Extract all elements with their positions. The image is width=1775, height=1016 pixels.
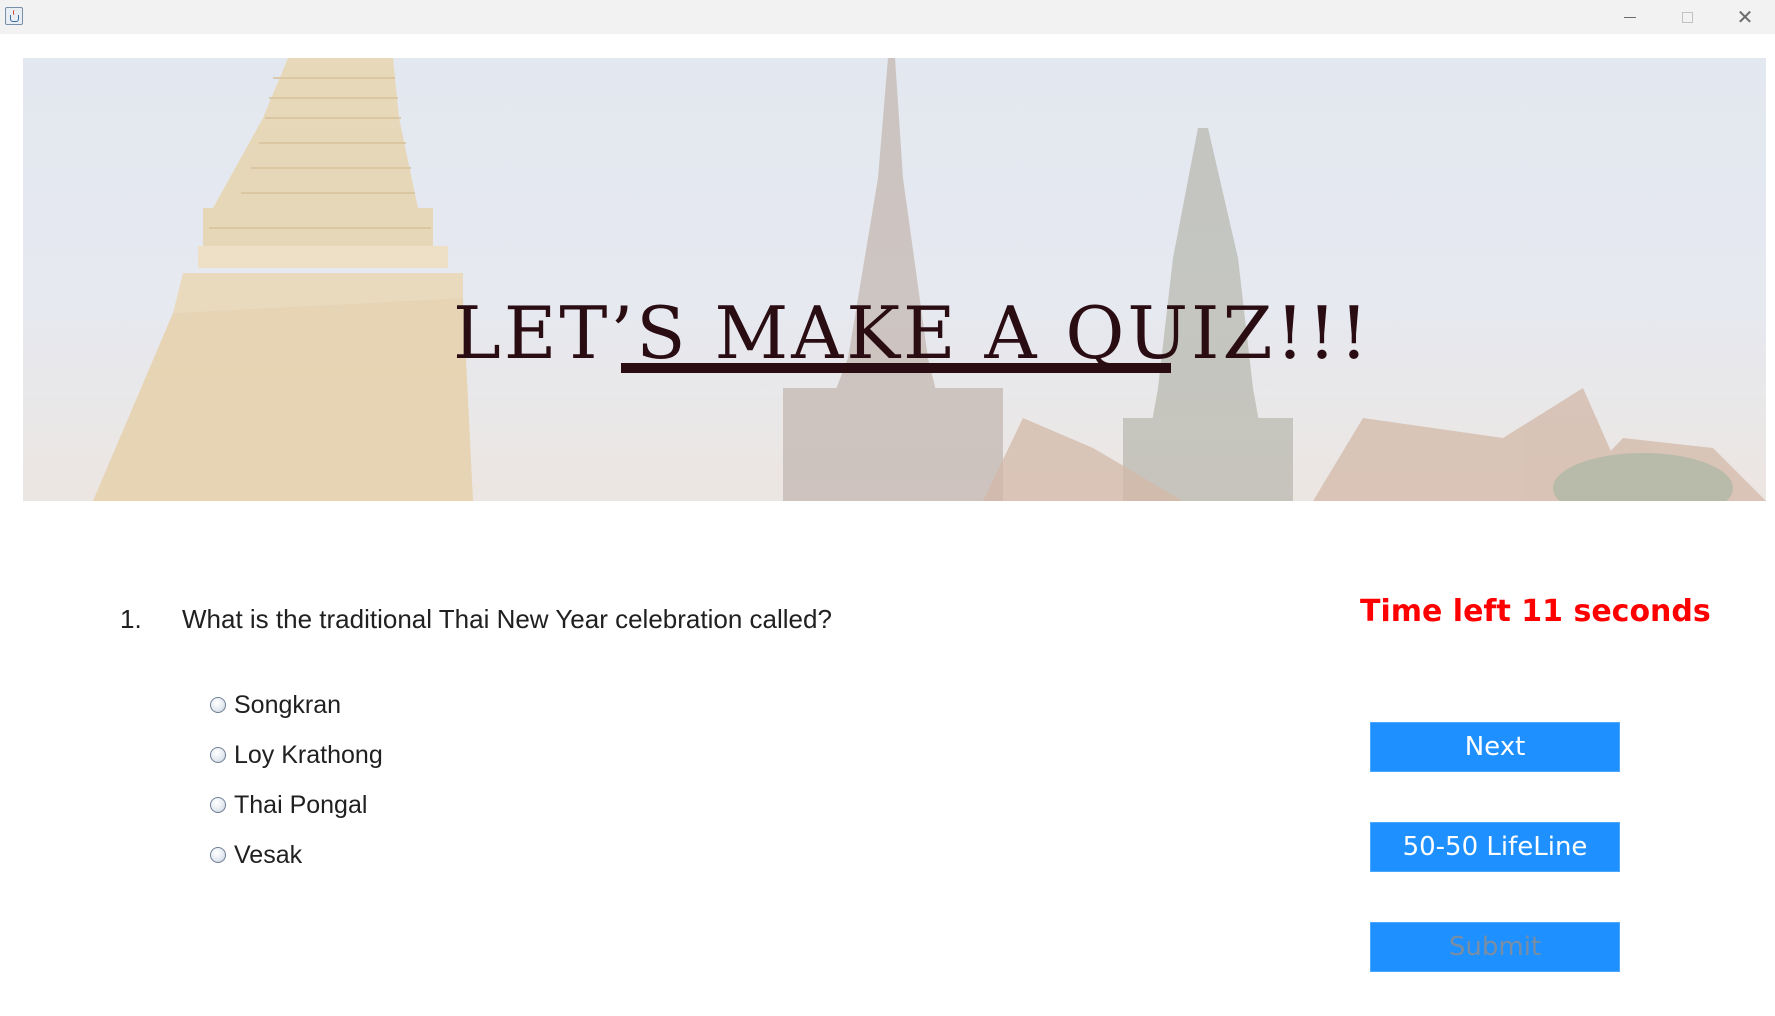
close-button[interactable]: ✕ — [1720, 0, 1770, 34]
submit-button: Submit — [1370, 922, 1620, 972]
question-number: 1. — [120, 604, 142, 634]
banner-image: LET’S MAKE A QUIZ!!! — [23, 58, 1766, 501]
window-title-bar: ✕ — [0, 0, 1775, 34]
lifeline-button[interactable]: 50-50 LifeLine — [1370, 822, 1620, 872]
countdown-timer: Time left 11 seconds — [1360, 594, 1711, 629]
temple-backdrop-illustration — [93, 58, 1766, 501]
next-button[interactable]: Next — [1370, 722, 1620, 772]
option-thai-pongal[interactable]: Thai Pongal — [210, 788, 367, 822]
title-underline — [621, 363, 1171, 373]
minimize-button[interactable] — [1605, 0, 1655, 34]
option-songkran[interactable]: Songkran — [210, 688, 341, 722]
option-label: Songkran — [234, 690, 342, 719]
question-text: What is the traditional Thai New Year ce… — [182, 604, 832, 634]
option-label: Loy Krathong — [234, 740, 383, 769]
radio-button[interactable] — [210, 847, 226, 863]
radio-button[interactable] — [210, 697, 226, 713]
java-app-icon — [5, 7, 23, 25]
maximize-icon — [1681, 11, 1693, 23]
radio-button[interactable] — [210, 797, 226, 813]
option-vesak[interactable]: Vesak — [210, 838, 302, 872]
option-label: Thai Pongal — [234, 790, 368, 819]
maximize-button — [1662, 0, 1712, 34]
minimize-icon — [1624, 16, 1636, 18]
close-icon: ✕ — [1736, 5, 1754, 29]
option-label: Vesak — [234, 840, 303, 869]
option-loy-krathong[interactable]: Loy Krathong — [210, 738, 383, 772]
radio-button[interactable] — [210, 747, 226, 763]
